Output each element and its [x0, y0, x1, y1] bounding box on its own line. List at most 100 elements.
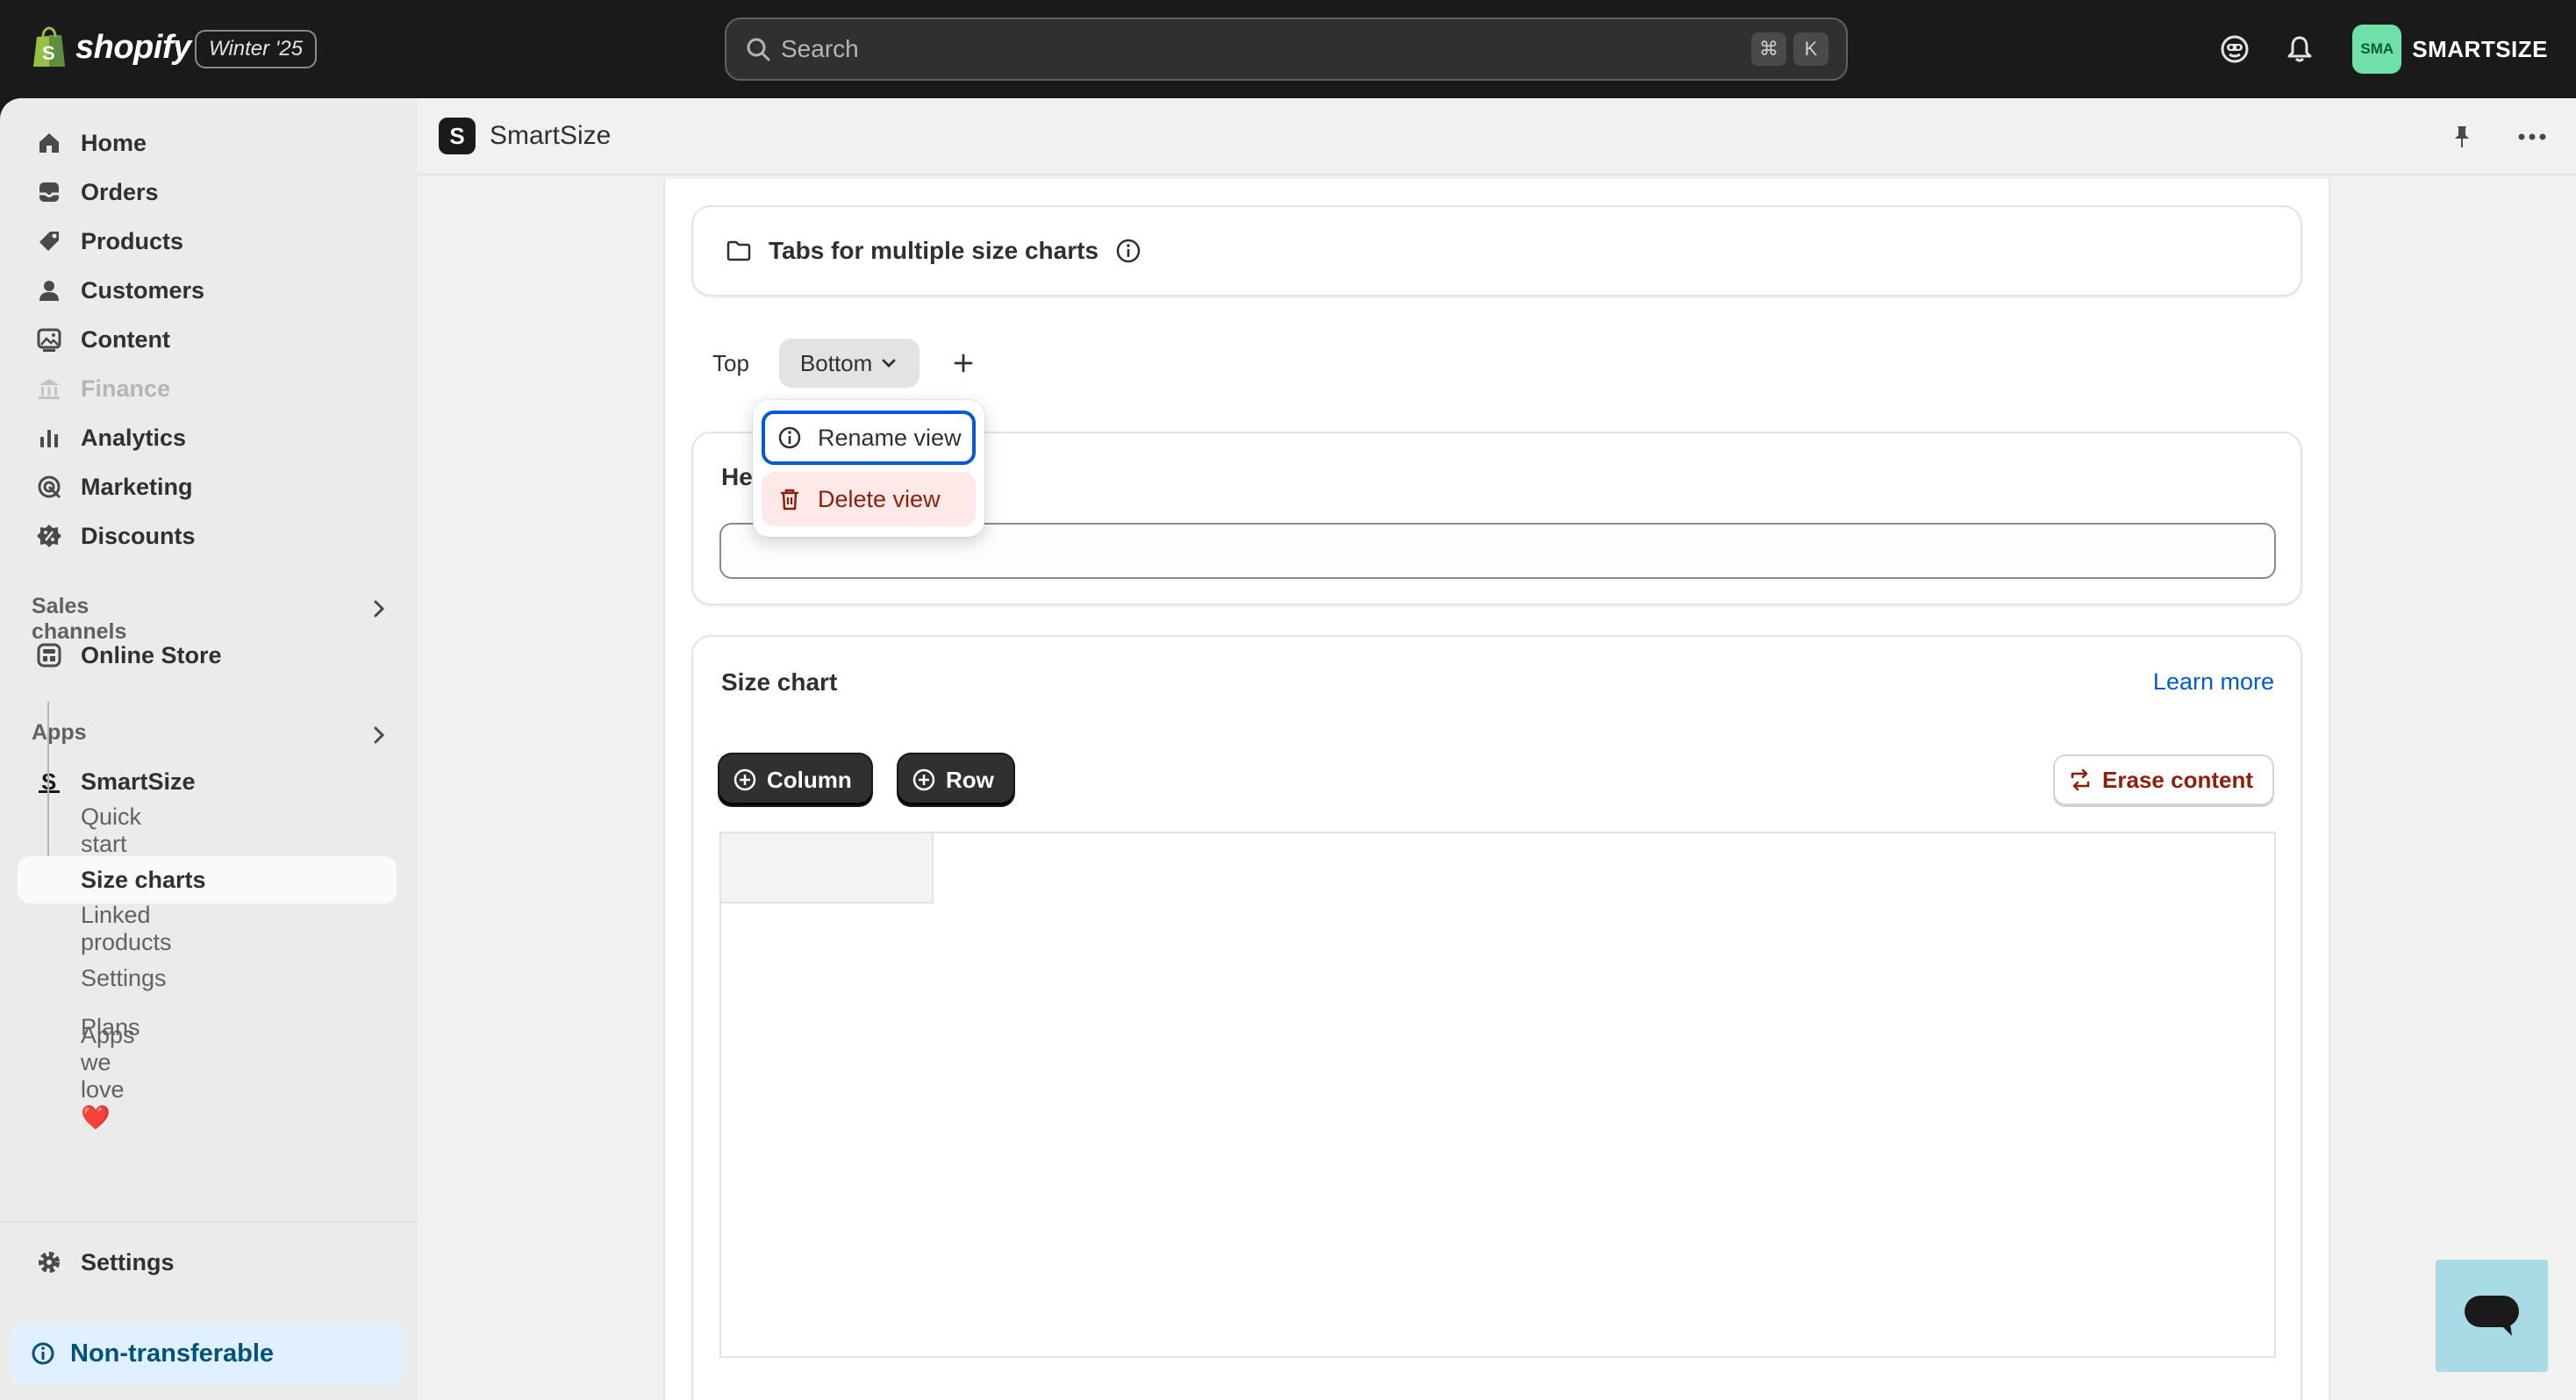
tag-icon: [35, 227, 63, 255]
plus-icon: [954, 354, 973, 373]
sidebar-item-label: Customers: [81, 276, 205, 304]
sidebar-item-customers[interactable]: Customers: [18, 267, 397, 314]
sidebar-item-label: Marketing: [81, 473, 193, 500]
info-icon: [776, 424, 804, 452]
size-chart-card: Size chart Learn more Column Row Erase c…: [691, 635, 2302, 1400]
sidebar-item-marketing[interactable]: Marketing: [18, 463, 397, 511]
tabs-card-title: Tabs for multiple size charts: [769, 237, 1099, 264]
search-input[interactable]: Search ⌘ K: [725, 18, 1848, 81]
shortcut-k-key: K: [1793, 32, 1828, 66]
ellipsis-icon: [2518, 133, 2546, 140]
erase-content-label: Erase content: [2102, 766, 2253, 793]
sidebar-sub-size-charts[interactable]: Size charts: [18, 856, 397, 904]
delete-view-label: Delete view: [818, 485, 941, 512]
sidebar-sub-linked-products[interactable]: Linked products: [81, 902, 172, 955]
more-actions-button[interactable]: [2509, 114, 2555, 160]
view-actions-popover: Rename view Delete view: [753, 400, 984, 537]
pin-button[interactable]: [2439, 114, 2485, 160]
bank-icon: [35, 375, 63, 403]
sidekick-icon: [2221, 35, 2249, 63]
sidebar-item-label: Home: [81, 129, 147, 156]
chevron-down-icon: [882, 359, 896, 368]
chat-icon: [2465, 1296, 2519, 1336]
top-bar: S shopify Winter '25 Search ⌘ K SMA SMAR…: [0, 0, 2576, 98]
non-transferable-label: Non-transferable: [70, 1339, 275, 1368]
learn-more-link[interactable]: Learn more: [2153, 668, 2274, 696]
discount-icon: [35, 522, 63, 550]
grid-cell[interactable]: [721, 833, 934, 904]
person-icon: [35, 276, 63, 304]
non-transferable-banner[interactable]: Non-transferable: [11, 1323, 404, 1384]
app-header-actions: [2439, 114, 2555, 160]
tab-bottom[interactable]: Bottom: [778, 339, 920, 388]
sidebar-item-label: Content: [81, 325, 170, 353]
tabs-settings-card[interactable]: Tabs for multiple size charts: [691, 205, 2302, 296]
delete-view-option[interactable]: Delete view: [762, 472, 976, 526]
add-view-button[interactable]: [941, 340, 986, 386]
sidebar-item-label: Products: [81, 227, 184, 254]
plus-circle-icon: [733, 768, 756, 791]
notifications-button[interactable]: [2273, 23, 2326, 75]
pin-icon: [2455, 126, 2469, 147]
sidebar-item-finance: Finance: [18, 365, 397, 412]
orders-icon: [35, 178, 63, 206]
main-area: S SmartSize Tabs for multiple size chart…: [418, 98, 2576, 1400]
view-tabs: Top Bottom: [691, 339, 986, 388]
sidebar-item-analytics[interactable]: Analytics: [18, 414, 397, 461]
info-icon[interactable]: [1114, 237, 1142, 265]
add-column-label: Column: [767, 766, 852, 793]
size-chart-grid[interactable]: [719, 832, 2276, 1358]
sidebar-item-content[interactable]: Content: [18, 316, 397, 363]
sidebar-item-label: Finance: [81, 375, 171, 402]
sidebar-item-settings[interactable]: Settings: [18, 1239, 397, 1286]
trash-icon: [776, 485, 804, 513]
sidebar-item-online-store[interactable]: Online Store: [18, 632, 397, 679]
home-icon: [35, 129, 63, 157]
add-row-button[interactable]: Row: [898, 754, 1013, 805]
app-header: S SmartSize: [418, 98, 2576, 175]
tab-top[interactable]: Top: [691, 339, 770, 388]
sidebar-item-smartsize[interactable]: S SmartSize: [18, 758, 397, 805]
folder-icon: [726, 240, 751, 261]
sidebar-item-label: Settings: [81, 1248, 175, 1275]
store-name[interactable]: SMARTSIZE: [2412, 36, 2548, 63]
sidebar-item-label: Online Store: [81, 641, 222, 668]
search-icon: [747, 38, 770, 61]
bar-chart-icon: [35, 424, 63, 452]
image-icon: [35, 325, 63, 354]
top-right-controls: SMA SMARTSIZE: [2208, 23, 2548, 75]
app-title: SmartSize: [490, 121, 612, 150]
shopify-bag-icon: S: [33, 26, 65, 67]
sidebar-sub-settings[interactable]: Settings: [81, 954, 167, 1002]
sidebar-item-discounts[interactable]: Discounts: [18, 512, 397, 560]
sidebar-item-products[interactable]: Products: [18, 218, 397, 265]
chevron-right-icon[interactable]: [367, 723, 391, 747]
rename-view-option[interactable]: Rename view: [762, 411, 976, 465]
rename-view-label: Rename view: [818, 424, 962, 451]
store-icon: [35, 641, 63, 669]
chevron-right-icon[interactable]: [367, 596, 391, 621]
sidebar-item-label: Discounts: [81, 522, 196, 549]
brand-wordmark: shopify: [75, 28, 191, 66]
sidebar-item-label: Analytics: [81, 424, 187, 451]
chat-widget-button[interactable]: [2436, 1260, 2548, 1372]
sidebar-item-label: Orders: [81, 178, 159, 205]
app-canvas: Tabs for multiple size charts Top Bottom…: [663, 179, 2330, 1400]
info-icon: [32, 1342, 54, 1365]
sidebar-item-orders[interactable]: Orders: [18, 168, 397, 216]
edition-badge[interactable]: Winter '25: [195, 30, 318, 68]
add-column-button[interactable]: Column: [719, 754, 871, 805]
smartsize-logo: S: [439, 118, 476, 154]
sidebar-item-home[interactable]: Home: [18, 119, 397, 167]
sidekick-button[interactable]: [2208, 23, 2261, 75]
target-icon: [35, 473, 63, 501]
tabs-card-header: Tabs for multiple size charts: [725, 237, 1142, 265]
shopify-logo[interactable]: S shopify: [32, 26, 191, 68]
search-placeholder: Search: [781, 35, 859, 62]
erase-content-button[interactable]: Erase content: [2053, 754, 2274, 805]
sidebar-sub-apps-we-love[interactable]: Apps we love ❤️: [81, 1022, 135, 1131]
tab-label: Top: [712, 349, 749, 376]
refresh-icon: [2071, 768, 2090, 791]
store-avatar[interactable]: SMA: [2352, 25, 2402, 74]
sidebar-sub-quick-start[interactable]: Quick start: [81, 804, 141, 857]
